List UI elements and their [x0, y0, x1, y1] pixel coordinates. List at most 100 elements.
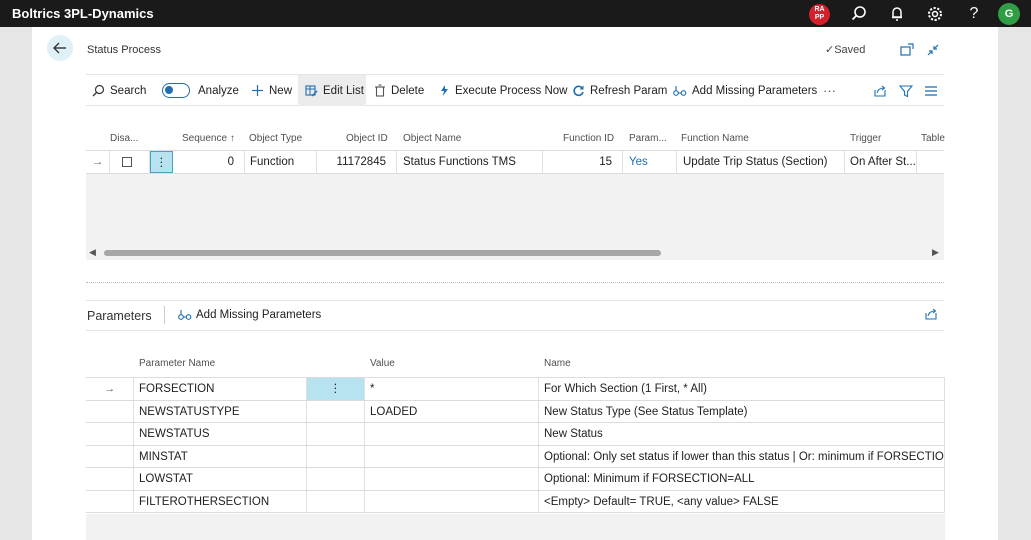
- list-view-icon[interactable]: [924, 75, 943, 106]
- col-table[interactable]: Table: [921, 133, 945, 144]
- row-arrow-icon: [86, 468, 134, 491]
- name-cell[interactable]: Optional: Only set status if lower than …: [539, 445, 945, 468]
- app-title: Boltrics 3PL-Dynamics: [12, 6, 154, 21]
- col-trigger[interactable]: Trigger: [850, 133, 881, 144]
- object-type-cell[interactable]: Function: [245, 151, 317, 173]
- add-missing-parameters-button[interactable]: Add Missing Parameters: [673, 75, 817, 106]
- name-cell[interactable]: Optional: Minimum if FORSECTION=ALL: [539, 468, 945, 491]
- name-cell[interactable]: For Which Section (1 First, * All): [539, 378, 945, 400]
- refresh-label: Refresh Param: [590, 84, 668, 97]
- link-icon: [178, 310, 192, 320]
- left-gutter: [0, 27, 32, 540]
- user-avatar[interactable]: G: [998, 3, 1020, 25]
- divider: [86, 300, 944, 301]
- col-object-id[interactable]: Object ID: [346, 133, 388, 144]
- table-row[interactable]: MINSTAT Optional: Only set status if lowe…: [86, 444, 945, 468]
- col-function-name[interactable]: Function Name: [681, 133, 749, 144]
- edit-list-button[interactable]: Edit List: [298, 75, 366, 106]
- part-splitter[interactable]: [86, 282, 944, 283]
- table-row[interactable]: NEWSTATUSTYPE LOADED New Status Type (See …: [86, 399, 945, 423]
- scroll-left-icon[interactable]: ◀: [89, 247, 96, 258]
- col-sequence[interactable]: Sequence ↑: [182, 133, 235, 144]
- grid-empty-area: [86, 174, 944, 246]
- parameter-name-cell[interactable]: MINSTAT: [134, 445, 307, 468]
- object-name-cell[interactable]: Status Functions TMS: [397, 151, 543, 173]
- row-menu-button[interactable]: [307, 400, 365, 423]
- gear-icon[interactable]: [925, 4, 945, 24]
- execute-process-button[interactable]: Execute Process Now: [439, 75, 568, 106]
- value-cell[interactable]: [365, 423, 539, 446]
- bell-icon[interactable]: [887, 4, 907, 24]
- lightning-icon: [441, 85, 448, 96]
- disabled-checkbox[interactable]: [122, 157, 132, 167]
- value-cell[interactable]: [365, 490, 539, 513]
- col-object-name[interactable]: Object Name: [403, 133, 461, 144]
- table-row[interactable]: → ⋮ 0 Function 11172845 Status Functions…: [86, 150, 944, 174]
- col-param[interactable]: Param...: [629, 133, 667, 144]
- link-icon: [673, 85, 687, 96]
- sequence-cell[interactable]: 0: [173, 151, 245, 173]
- parameter-name-cell[interactable]: FILTEROTHERSECTION: [134, 490, 307, 513]
- filter-icon[interactable]: [899, 75, 918, 106]
- parameters-title[interactable]: Parameters: [87, 309, 152, 323]
- back-button[interactable]: [47, 35, 73, 61]
- col-name[interactable]: Name: [544, 358, 571, 369]
- edit-list-label: Edit List: [323, 84, 364, 97]
- analyze-toggle[interactable]: Analyze: [162, 75, 239, 106]
- value-cell[interactable]: [365, 445, 539, 468]
- company-badge[interactable]: RA PP: [809, 4, 830, 25]
- table-row[interactable]: LOWSTAT Optional: Minimum if FORSECTION=A…: [86, 467, 945, 491]
- search-icon[interactable]: [849, 4, 869, 24]
- row-menu-button[interactable]: [307, 423, 365, 446]
- table-row[interactable]: FILTEROTHERSECTION <Empty> Default= TRUE,…: [86, 489, 945, 513]
- help-icon[interactable]: ?: [964, 4, 984, 24]
- trigger-cell[interactable]: On After St...: [845, 151, 917, 173]
- value-cell[interactable]: LOADED: [365, 400, 539, 423]
- collapse-icon[interactable]: [925, 42, 941, 58]
- horizontal-scrollbar[interactable]: ◀ ▶: [86, 246, 944, 260]
- more-actions-button[interactable]: ···: [823, 75, 836, 106]
- col-disabled[interactable]: Disa...: [110, 133, 138, 144]
- function-name-cell[interactable]: Update Trip Status (Section): [677, 151, 845, 173]
- name-cell[interactable]: <Empty> Default= TRUE, <any value> FALSE: [539, 490, 945, 513]
- parameters-add-missing-button[interactable]: Add Missing Parameters: [178, 309, 321, 321]
- scrollbar-thumb[interactable]: [104, 250, 661, 256]
- row-arrow-icon: →: [86, 151, 110, 173]
- scroll-right-icon[interactable]: ▶: [932, 247, 939, 258]
- object-id-cell[interactable]: 11172845: [317, 151, 397, 173]
- share-icon[interactable]: [873, 75, 892, 106]
- new-label: New: [269, 84, 293, 97]
- row-menu-button[interactable]: [307, 445, 365, 468]
- row-menu-button[interactable]: ⋮: [150, 151, 173, 173]
- parameters-empty-area: [86, 514, 945, 540]
- value-cell[interactable]: [365, 468, 539, 491]
- value-cell[interactable]: *: [365, 378, 539, 400]
- row-menu-button[interactable]: ⋮: [307, 378, 365, 400]
- param-cell[interactable]: Yes: [623, 151, 677, 173]
- delete-button[interactable]: Delete: [374, 75, 424, 106]
- row-menu-button[interactable]: [307, 468, 365, 491]
- table-row[interactable]: → FORSECTION ⋮ * For Which Section (1 First,…: [86, 377, 945, 400]
- parameter-name-cell[interactable]: LOWSTAT: [134, 468, 307, 491]
- name-cell[interactable]: New Status Type (See Status Template): [539, 400, 945, 423]
- disabled-checkbox-cell: [110, 151, 150, 173]
- col-object-type[interactable]: Object Type: [249, 133, 302, 144]
- col-function-id[interactable]: Function ID: [563, 133, 614, 144]
- refresh-param-button[interactable]: Refresh Param: [572, 75, 667, 106]
- new-button[interactable]: New: [251, 75, 292, 106]
- row-menu-button[interactable]: [307, 490, 365, 513]
- name-cell[interactable]: New Status: [539, 423, 945, 446]
- app-top-bar: Boltrics 3PL-Dynamics RA PP ? G: [0, 0, 1031, 27]
- table-row[interactable]: NEWSTATUS New Status: [86, 422, 945, 446]
- execute-label: Execute Process Now: [455, 84, 568, 97]
- col-value[interactable]: Value: [370, 358, 395, 369]
- search-button[interactable]: Search: [92, 75, 146, 106]
- parameter-name-cell[interactable]: NEWSTATUSTYPE: [134, 400, 307, 423]
- parameter-name-cell[interactable]: FORSECTION: [134, 378, 307, 400]
- col-parameter-name[interactable]: Parameter Name: [139, 358, 215, 369]
- parameter-name-cell[interactable]: NEWSTATUS: [134, 423, 307, 446]
- toggle-switch[interactable]: [162, 83, 190, 98]
- function-id-cell[interactable]: 15: [543, 151, 623, 173]
- open-new-window-icon[interactable]: [899, 42, 915, 58]
- parameters-share-icon[interactable]: [924, 307, 938, 324]
